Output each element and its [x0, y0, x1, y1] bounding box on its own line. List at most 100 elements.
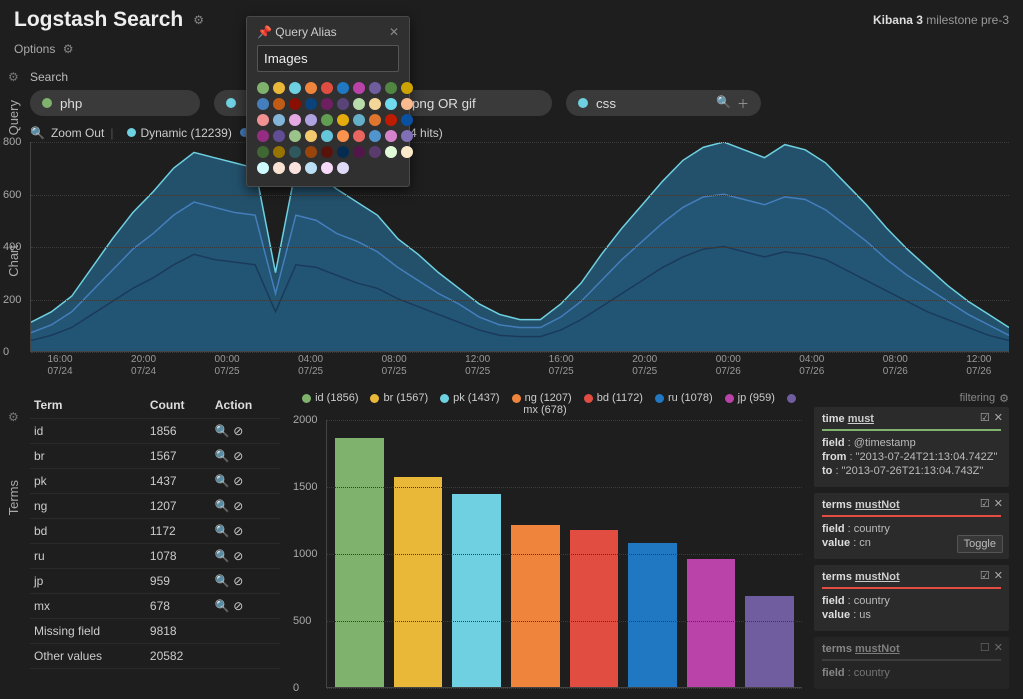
- color-swatch[interactable]: [305, 130, 317, 142]
- filter-remove-icon[interactable]: ✕: [994, 497, 1003, 510]
- color-swatch[interactable]: [353, 130, 365, 142]
- color-swatch[interactable]: [273, 98, 285, 110]
- color-swatch[interactable]: [369, 82, 381, 94]
- color-swatch[interactable]: [321, 98, 333, 110]
- color-swatch[interactable]: [353, 114, 365, 126]
- bar[interactable]: [628, 543, 677, 687]
- search-icon[interactable]: 🔍: [716, 95, 731, 112]
- settings-gear-icon[interactable]: ⚙: [193, 13, 204, 27]
- term-search-icon[interactable]: 🔍: [215, 449, 230, 463]
- term-exclude-icon[interactable]: ⊘: [233, 424, 243, 438]
- term-exclude-icon[interactable]: ⊘: [233, 524, 243, 538]
- filter-remove-icon[interactable]: ✕: [994, 569, 1003, 582]
- color-swatch[interactable]: [401, 98, 413, 110]
- color-swatch[interactable]: [257, 82, 269, 94]
- query-alias-input[interactable]: [257, 45, 399, 72]
- color-swatch[interactable]: [257, 114, 269, 126]
- color-swatch[interactable]: [257, 98, 269, 110]
- search-input[interactable]: [60, 96, 180, 111]
- options-gear-icon[interactable]: ⚙: [63, 42, 74, 56]
- color-swatch[interactable]: [385, 146, 397, 158]
- color-swatch[interactable]: [385, 98, 397, 110]
- color-swatch[interactable]: [353, 146, 365, 158]
- term-exclude-icon[interactable]: ⊘: [233, 499, 243, 513]
- add-icon[interactable]: ＋: [737, 95, 749, 112]
- color-swatch[interactable]: [337, 98, 349, 110]
- color-swatch[interactable]: [305, 114, 317, 126]
- term-search-icon[interactable]: 🔍: [215, 474, 230, 488]
- bar[interactable]: [452, 494, 501, 687]
- color-swatch[interactable]: [273, 162, 285, 174]
- pin-icon[interactable]: 📌: [257, 25, 272, 39]
- term-search-icon[interactable]: 🔍: [215, 599, 230, 613]
- term-exclude-icon[interactable]: ⊘: [233, 599, 243, 613]
- filter-toggle-checkbox[interactable]: ☑: [980, 497, 990, 510]
- color-swatch[interactable]: [369, 114, 381, 126]
- zoom-out-icon[interactable]: 🔍: [30, 126, 45, 140]
- color-swatch[interactable]: [289, 130, 301, 142]
- color-swatch[interactable]: [401, 82, 413, 94]
- color-swatch[interactable]: [385, 114, 397, 126]
- color-swatch[interactable]: [321, 146, 333, 158]
- color-swatch[interactable]: [401, 114, 413, 126]
- toggle-badge[interactable]: Toggle: [957, 535, 1003, 553]
- color-swatch[interactable]: [321, 162, 333, 174]
- filter-toggle-checkbox[interactable]: ☐: [980, 641, 990, 654]
- filter-toggle-checkbox[interactable]: ☑: [980, 411, 990, 424]
- bar[interactable]: [335, 438, 384, 687]
- color-swatch[interactable]: [337, 146, 349, 158]
- filter-toggle-checkbox[interactable]: ☑: [980, 569, 990, 582]
- color-swatch[interactable]: [369, 130, 381, 142]
- color-swatch[interactable]: [289, 82, 301, 94]
- color-swatch[interactable]: [273, 82, 285, 94]
- color-swatch[interactable]: [337, 114, 349, 126]
- search-pill[interactable]: 🔍＋: [566, 90, 761, 116]
- search-input[interactable]: [596, 96, 716, 111]
- color-swatch[interactable]: [353, 98, 365, 110]
- term-search-icon[interactable]: 🔍: [215, 574, 230, 588]
- color-swatch[interactable]: [321, 82, 333, 94]
- color-swatch[interactable]: [289, 162, 301, 174]
- bar[interactable]: [394, 477, 443, 687]
- term-search-icon[interactable]: 🔍: [215, 524, 230, 538]
- term-search-icon[interactable]: 🔍: [215, 549, 230, 563]
- term-exclude-icon[interactable]: ⊘: [233, 549, 243, 563]
- color-swatch[interactable]: [257, 130, 269, 142]
- color-swatch[interactable]: [289, 146, 301, 158]
- color-swatch[interactable]: [337, 82, 349, 94]
- term-exclude-icon[interactable]: ⊘: [233, 474, 243, 488]
- search-pill[interactable]: [30, 90, 200, 116]
- color-swatch[interactable]: [369, 98, 381, 110]
- color-swatch[interactable]: [273, 130, 285, 142]
- color-swatch[interactable]: [401, 146, 413, 158]
- filter-remove-icon[interactable]: ✕: [994, 411, 1003, 424]
- color-swatch[interactable]: [257, 162, 269, 174]
- close-icon[interactable]: ✕: [389, 25, 399, 39]
- color-swatch[interactable]: [321, 114, 333, 126]
- color-swatch[interactable]: [257, 146, 269, 158]
- term-exclude-icon[interactable]: ⊘: [233, 449, 243, 463]
- color-swatch[interactable]: [273, 146, 285, 158]
- term-exclude-icon[interactable]: ⊘: [233, 574, 243, 588]
- color-swatch[interactable]: [369, 146, 381, 158]
- color-swatch[interactable]: [385, 130, 397, 142]
- color-swatch[interactable]: [305, 162, 317, 174]
- color-swatch[interactable]: [385, 82, 397, 94]
- color-swatch[interactable]: [305, 82, 317, 94]
- color-swatch[interactable]: [273, 114, 285, 126]
- color-swatch[interactable]: [305, 98, 317, 110]
- terms-gear-icon[interactable]: ⚙: [8, 410, 19, 424]
- color-swatch[interactable]: [305, 146, 317, 158]
- bar[interactable]: [745, 596, 794, 687]
- options-label[interactable]: Options: [14, 42, 55, 56]
- filtering-gear-icon[interactable]: ⚙: [999, 392, 1009, 405]
- search-input[interactable]: [412, 96, 532, 111]
- color-swatch[interactable]: [353, 82, 365, 94]
- bar[interactable]: [511, 525, 560, 687]
- color-swatch[interactable]: [321, 130, 333, 142]
- term-search-icon[interactable]: 🔍: [215, 424, 230, 438]
- color-swatch[interactable]: [337, 162, 349, 174]
- color-swatch[interactable]: [289, 98, 301, 110]
- query-gear-icon[interactable]: ⚙: [8, 70, 19, 84]
- filter-remove-icon[interactable]: ✕: [994, 641, 1003, 654]
